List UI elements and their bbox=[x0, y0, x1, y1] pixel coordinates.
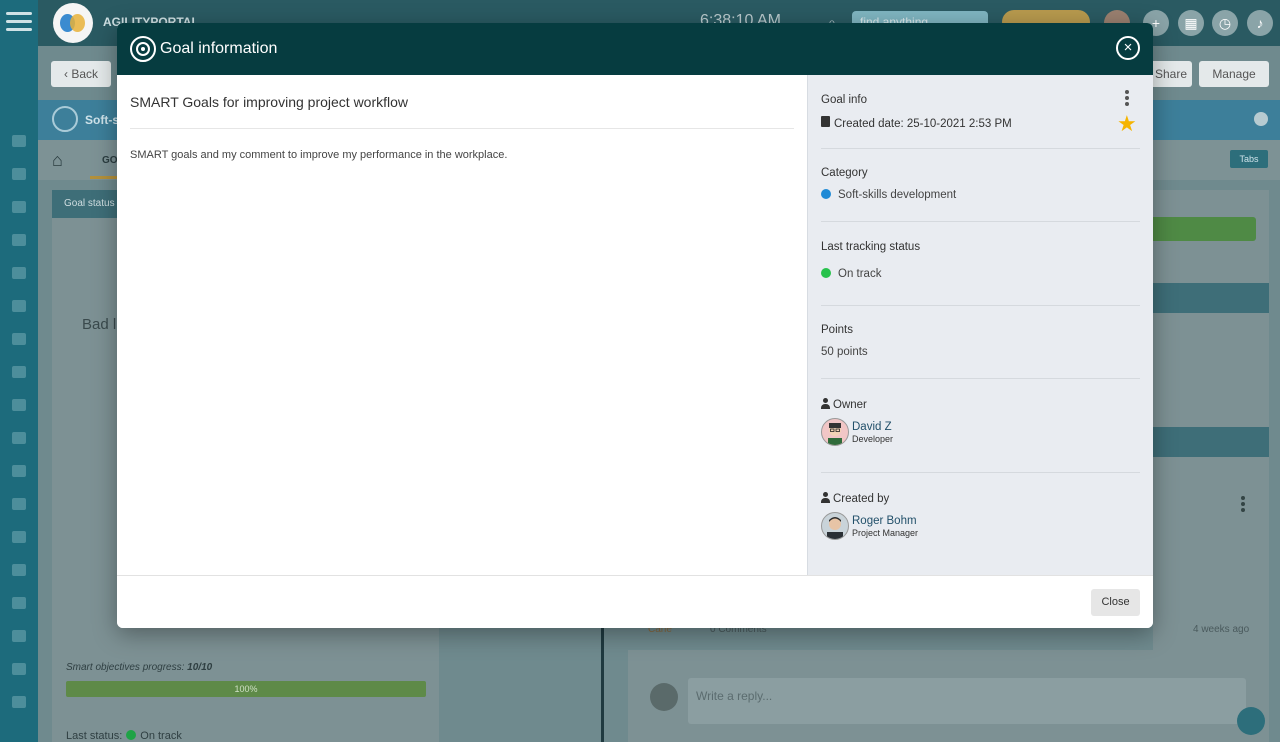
back-button[interactable]: ‹ Back bbox=[51, 61, 111, 87]
hamburger-menu-icon[interactable] bbox=[6, 12, 32, 36]
close-icon[interactable]: × bbox=[1116, 36, 1140, 60]
info-icon[interactable] bbox=[1254, 112, 1268, 126]
home-icon[interactable]: ⌂ bbox=[52, 150, 63, 171]
creator-name[interactable]: Roger Bohm bbox=[852, 515, 917, 527]
notifications-bell-icon[interactable]: ♪ bbox=[1247, 10, 1273, 36]
progress-bar: 100% bbox=[66, 681, 426, 697]
tracking-status-text: On track bbox=[838, 268, 882, 280]
target-icon bbox=[130, 36, 156, 62]
owner-role: Developer bbox=[852, 434, 894, 444]
panel-header bbox=[1153, 283, 1269, 313]
creator-role: Project Manager bbox=[852, 528, 919, 538]
avatar bbox=[650, 683, 678, 711]
status-dot bbox=[126, 730, 137, 740]
status-dot bbox=[821, 268, 831, 278]
back-label: Back bbox=[71, 67, 99, 81]
category-color-dot bbox=[821, 189, 831, 199]
created-by-label: Created by bbox=[821, 492, 889, 505]
progress-label: Smart objectives progress: 10/10 bbox=[66, 662, 212, 673]
panel-header bbox=[1153, 427, 1269, 457]
points-value: 50 points bbox=[821, 346, 868, 358]
goal-target-icon bbox=[52, 106, 78, 132]
modal-header: Goal information × bbox=[117, 23, 1153, 75]
left-sidebar bbox=[0, 0, 38, 742]
owner-name[interactable]: David Z bbox=[852, 421, 892, 433]
last-status-value: On track bbox=[140, 730, 182, 742]
owner-label-text: Owner bbox=[833, 399, 867, 411]
manage-button[interactable]: Manage bbox=[1199, 61, 1269, 87]
more-options-icon[interactable] bbox=[1241, 496, 1245, 512]
sidebar-nav-icon[interactable] bbox=[12, 630, 26, 642]
category-value: Soft-skills development bbox=[821, 189, 956, 201]
close-button[interactable]: Close bbox=[1091, 589, 1140, 616]
more-options-icon[interactable] bbox=[1125, 90, 1129, 108]
created-date-text: Created date: 25-10-2021 2:53 PM bbox=[834, 118, 1012, 130]
status-bar bbox=[1153, 217, 1256, 241]
calendar-icon bbox=[821, 116, 830, 127]
chat-icon[interactable] bbox=[1237, 707, 1265, 735]
divider bbox=[821, 221, 1140, 222]
tabs-dropdown-button[interactable]: Tabs bbox=[1230, 150, 1268, 168]
progress-label-text: Smart objectives progress: bbox=[66, 662, 185, 673]
goal-description: SMART goals and my comment to improve my… bbox=[130, 149, 508, 161]
modal-footer: Close bbox=[117, 575, 1153, 628]
timeline-divider bbox=[601, 628, 604, 742]
divider bbox=[130, 128, 794, 129]
tab-goals[interactable]: GO bbox=[102, 155, 118, 166]
avatar bbox=[821, 512, 849, 540]
user-icon bbox=[821, 492, 830, 503]
divider bbox=[821, 378, 1140, 379]
sidebar-nav-icon[interactable] bbox=[12, 135, 26, 147]
goal-info-sidebar: Goal info ★ Created date: 25-10-2021 2:5… bbox=[807, 75, 1153, 575]
owner-label: Owner bbox=[821, 398, 867, 411]
sidebar-nav-icon[interactable] bbox=[12, 663, 26, 675]
created-by-label-text: Created by bbox=[833, 493, 890, 505]
sidebar-nav-icon[interactable] bbox=[12, 564, 26, 576]
sidebar-nav-icon[interactable] bbox=[12, 597, 26, 609]
modal-title: Goal information bbox=[160, 40, 278, 57]
avatar bbox=[821, 418, 849, 446]
goal-title: SMART Goals for improving project workfl… bbox=[130, 94, 409, 110]
tracking-status-label: Last tracking status bbox=[821, 241, 921, 253]
sidebar-nav-icon[interactable] bbox=[12, 465, 26, 477]
sidebar-nav-icon[interactable] bbox=[12, 366, 26, 378]
category-label: Category bbox=[821, 167, 868, 179]
share-button[interactable]: Share bbox=[1150, 61, 1192, 87]
progress-value: 10/10 bbox=[187, 662, 213, 673]
category-text: Soft-skills development bbox=[838, 189, 957, 201]
created-date: Created date: 25-10-2021 2:53 PM bbox=[821, 116, 1012, 130]
last-status-label: Last status: bbox=[66, 730, 123, 742]
divider bbox=[821, 148, 1140, 149]
sidebar-nav-icon[interactable] bbox=[12, 267, 26, 279]
history-icon[interactable]: ◷ bbox=[1212, 10, 1238, 36]
goal-information-modal: Goal information × SMART Goals for impro… bbox=[117, 23, 1153, 628]
sidebar-nav-icon[interactable] bbox=[12, 333, 26, 345]
sidebar-nav-icon[interactable] bbox=[12, 234, 26, 246]
user-icon bbox=[821, 398, 830, 409]
reply-input[interactable]: Write a reply... bbox=[688, 678, 1246, 724]
sidebar-nav-icon[interactable] bbox=[12, 498, 26, 510]
divider bbox=[821, 472, 1140, 473]
tracking-status-value: On track bbox=[821, 268, 881, 280]
last-status: Last status: On track bbox=[66, 730, 182, 742]
sidebar-nav-icon[interactable] bbox=[12, 168, 26, 180]
star-icon[interactable]: ★ bbox=[1117, 113, 1137, 135]
sidebar-nav-icon[interactable] bbox=[12, 531, 26, 543]
page-title: Soft-s bbox=[85, 113, 119, 127]
sidebar-nav-icon[interactable] bbox=[12, 300, 26, 312]
sidebar-nav-icon[interactable] bbox=[12, 432, 26, 444]
reply-area: Write a reply... bbox=[628, 650, 1269, 742]
divider bbox=[821, 305, 1140, 306]
sidebar-nav-icon[interactable] bbox=[12, 201, 26, 213]
sidebar-nav-icon[interactable] bbox=[12, 696, 26, 708]
goal-content: SMART Goals for improving project workfl… bbox=[117, 75, 807, 575]
points-label: Points bbox=[821, 324, 853, 336]
sidebar-nav-icon[interactable] bbox=[12, 399, 26, 411]
apps-grid-icon[interactable]: ▦ bbox=[1178, 10, 1204, 36]
app-logo[interactable] bbox=[53, 3, 93, 43]
comment-time: 4 weeks ago bbox=[1193, 624, 1250, 635]
status-text: Bad l bbox=[82, 316, 117, 333]
goal-info-label: Goal info bbox=[821, 94, 868, 106]
